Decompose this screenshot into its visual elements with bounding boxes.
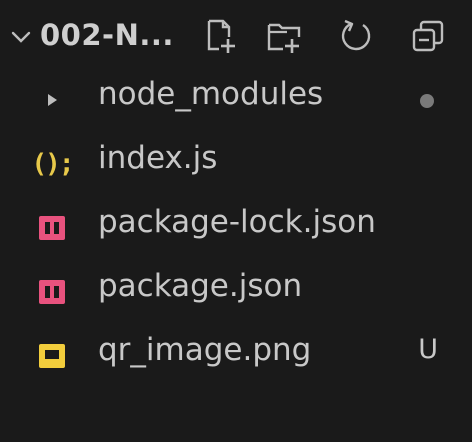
- collapse-all-icon[interactable]: [406, 14, 450, 58]
- new-file-icon[interactable]: [198, 14, 242, 58]
- refresh-icon[interactable]: [334, 14, 378, 58]
- tree-item-label: index.js: [98, 140, 218, 176]
- modified-dot-badge: [420, 94, 434, 108]
- untracked-badge: U: [418, 334, 438, 365]
- json-icon: [34, 210, 70, 246]
- tree-item-label: qr_image.png: [98, 332, 312, 368]
- tree-item-package-lock-json[interactable]: package-lock.json: [0, 196, 466, 260]
- new-folder-icon[interactable]: [262, 14, 306, 58]
- tree-item-label: package.json: [98, 268, 303, 304]
- tree-item-label: node_modules: [98, 76, 324, 112]
- tree-item-qr-image-png[interactable]: qr_image.png U: [0, 324, 466, 388]
- tree-item-index-js[interactable]: (); index.js: [0, 132, 466, 196]
- chevron-down-icon[interactable]: [10, 26, 32, 48]
- tree-item-node-modules[interactable]: node_modules: [0, 68, 466, 132]
- json-icon: [34, 274, 70, 310]
- explorer-panel: 002-N... node_modules (); index.js packa…: [0, 0, 472, 442]
- image-icon: [34, 338, 70, 374]
- tree-item-package-json[interactable]: package.json: [0, 260, 466, 324]
- tree-item-label: package-lock.json: [98, 204, 376, 240]
- js-icon: ();: [31, 149, 75, 179]
- folder-title[interactable]: 002-N...: [40, 18, 174, 52]
- chevron-right-icon[interactable]: [34, 82, 70, 118]
